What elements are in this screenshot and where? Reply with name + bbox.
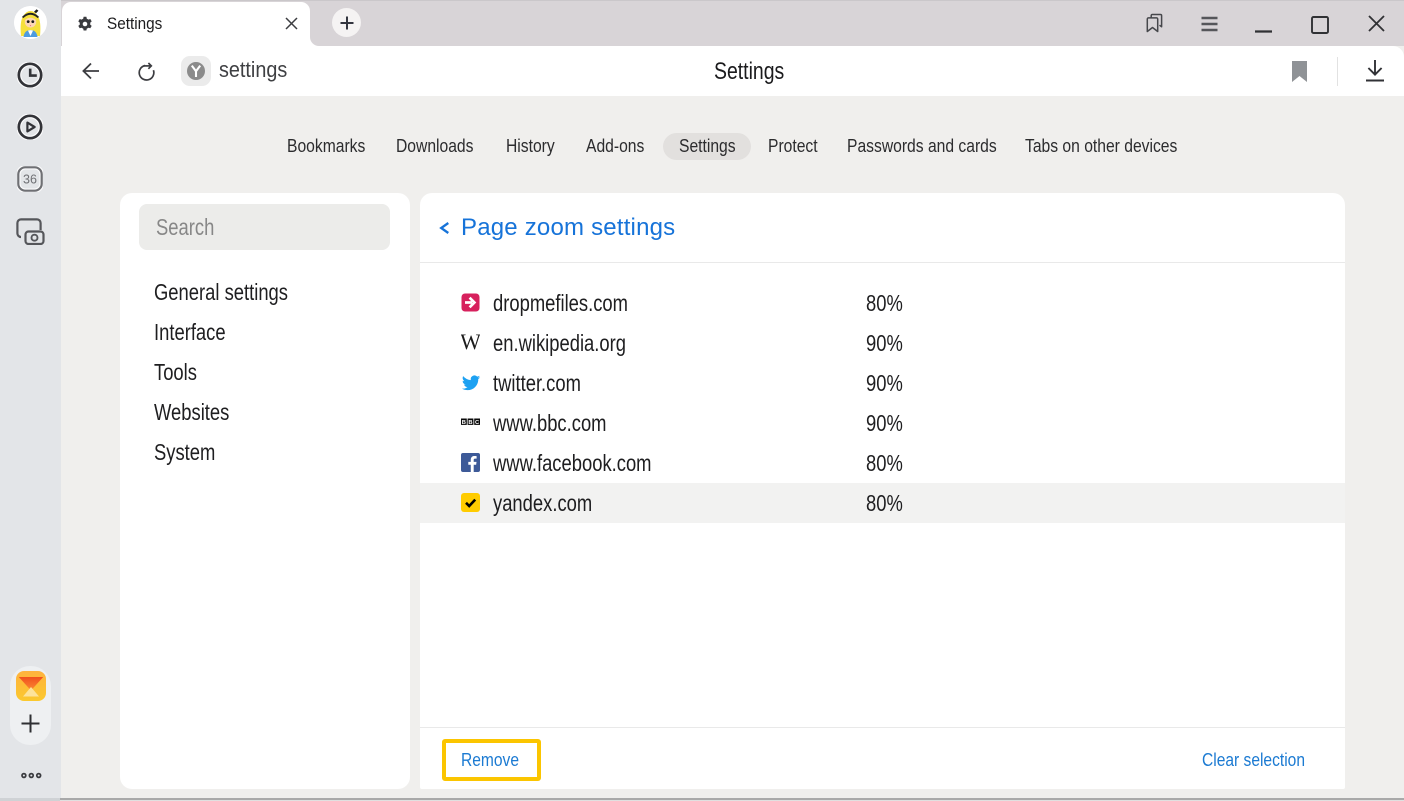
- svg-text:B: B: [468, 420, 472, 426]
- svg-text:B: B: [462, 420, 466, 426]
- svg-text:W: W: [461, 333, 480, 352]
- svg-text:36: 36: [23, 173, 37, 187]
